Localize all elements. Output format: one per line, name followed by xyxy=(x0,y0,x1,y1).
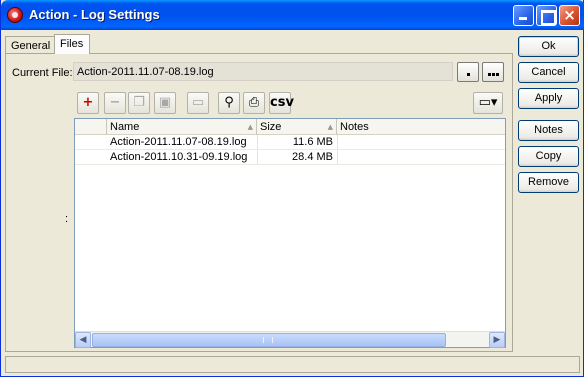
dot-icon xyxy=(496,73,499,76)
comment-icon: ▭ xyxy=(191,95,205,110)
sort-arrow-icon: ▲ xyxy=(247,123,253,131)
log-settings-window: Action - Log Settings × General Files Cu… xyxy=(0,0,584,377)
close-button[interactable]: × xyxy=(559,5,580,26)
paste-toolbar-button[interactable]: ▣ xyxy=(154,92,176,114)
minimize-button[interactable] xyxy=(513,5,534,26)
file-name: Action-2011.10.31-09.19.log xyxy=(110,151,248,163)
export-csv-button[interactable]: csv xyxy=(269,92,294,114)
chevron-left-icon: ◀ xyxy=(79,335,87,345)
column-header-size[interactable]: Size ▲ xyxy=(257,119,337,135)
table-header: Name ▲ Size ▲ Notes xyxy=(75,119,505,135)
files-table: Name ▲ Size ▲ Notes Action-2011.11.07-08… xyxy=(74,118,506,348)
cancel-button[interactable]: Cancel xyxy=(518,62,579,83)
remove-icon: − xyxy=(109,95,121,110)
apply-button[interactable]: Apply xyxy=(518,88,579,109)
remove-button[interactable]: Remove xyxy=(518,172,579,193)
chevron-right-icon: ▶ xyxy=(493,335,501,345)
tab-files[interactable]: Files xyxy=(54,34,90,54)
current-file-label: Current File: xyxy=(12,67,73,79)
file-size: 28.4 MB xyxy=(292,151,333,163)
columns-menu-button[interactable]: ▭▾ xyxy=(473,92,503,114)
copy-button[interactable]: Copy xyxy=(518,146,579,167)
column-header-notes[interactable]: Notes xyxy=(337,119,505,135)
side-label: : xyxy=(65,213,69,225)
add-icon: + xyxy=(82,95,94,110)
print-button[interactable]: ⎙ xyxy=(243,92,265,114)
current-file-small-button[interactable] xyxy=(457,62,479,82)
dot-icon xyxy=(467,73,470,76)
status-bar xyxy=(5,356,580,373)
title-bar[interactable]: Action - Log Settings × xyxy=(1,0,584,30)
sort-arrow-icon: ▲ xyxy=(327,123,333,131)
close-icon: × xyxy=(563,6,576,24)
dot-icon xyxy=(492,73,495,76)
remove-toolbar-button[interactable]: − xyxy=(104,92,126,114)
paste-icon: ▣ xyxy=(158,95,172,110)
find-icon: ⚲ xyxy=(224,95,234,110)
current-file-more-button[interactable] xyxy=(482,62,504,82)
find-button[interactable]: ⚲ xyxy=(218,92,240,114)
print-icon: ⎙ xyxy=(248,95,260,110)
table-row[interactable]: Action-2011.11.07-08.19.log 11.6 MB xyxy=(75,135,505,150)
current-file-field: Action-2011.11.07-08.19.log xyxy=(73,62,453,81)
column-header-notes-label: Notes xyxy=(340,121,369,133)
dot-icon xyxy=(488,73,491,76)
scrollbar-thumb[interactable] xyxy=(92,333,446,347)
copy-icon: ❐ xyxy=(133,95,145,110)
app-icon xyxy=(7,7,23,23)
table-row[interactable]: Action-2011.10.31-09.19.log 28.4 MB xyxy=(75,150,505,165)
column-header-name-label: Name xyxy=(110,121,140,133)
window-title: Action - Log Settings xyxy=(29,7,160,22)
column-header-blank[interactable] xyxy=(75,119,107,135)
ok-button[interactable]: Ok xyxy=(518,36,579,57)
notes-button[interactable]: Notes xyxy=(518,120,579,141)
copy-toolbar-button[interactable]: ❐ xyxy=(128,92,150,114)
scroll-right-button[interactable]: ▶ xyxy=(489,332,505,348)
horizontal-scrollbar[interactable]: ◀ ▶ xyxy=(75,331,505,348)
maximize-button[interactable] xyxy=(536,5,557,26)
column-header-name[interactable]: Name ▲ xyxy=(107,119,257,135)
file-name: Action-2011.11.07-08.19.log xyxy=(110,136,247,148)
columns-icon: ▭▾ xyxy=(478,95,498,110)
add-button[interactable]: + xyxy=(77,92,99,114)
column-header-size-label: Size xyxy=(260,121,282,133)
csv-icon: csv xyxy=(270,95,294,110)
comment-toolbar-button[interactable]: ▭ xyxy=(187,92,209,114)
scroll-left-button[interactable]: ◀ xyxy=(75,332,91,348)
file-size: 11.6 MB xyxy=(292,136,333,148)
